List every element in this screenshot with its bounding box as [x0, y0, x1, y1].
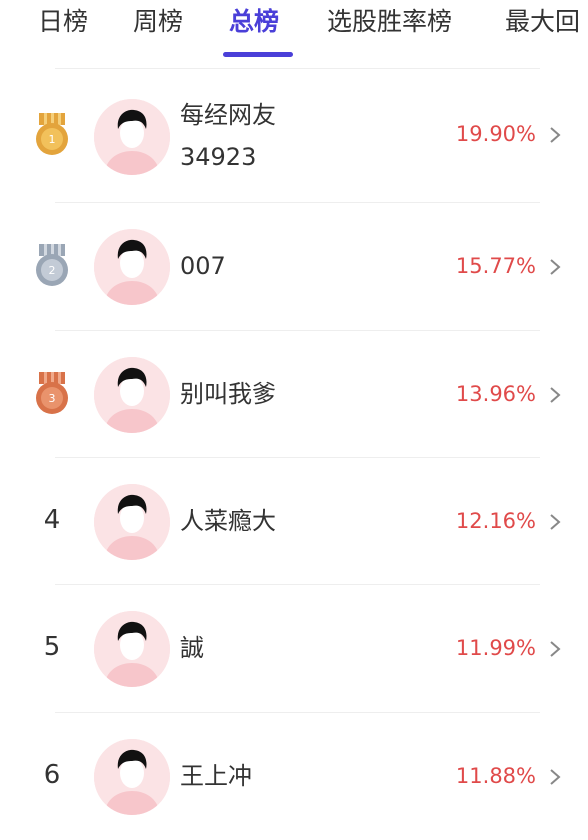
- user-avatar-icon: [94, 357, 170, 433]
- win-rate-value: 15.77%: [455, 254, 536, 278]
- tab-overall[interactable]: 总榜: [229, 5, 279, 39]
- avatar[interactable]: [94, 611, 170, 687]
- tab-max-drawdown[interactable]: 最大回: [505, 5, 580, 39]
- chevron-right-icon: [550, 641, 561, 657]
- win-rate-value: 11.88%: [455, 764, 536, 788]
- svg-text:1: 1: [49, 133, 56, 146]
- bronze-medal-icon: 3: [36, 372, 68, 414]
- tab-bar: 日榜 周榜 总榜 选股胜率榜 最大回: [0, 0, 588, 60]
- user-avatar-icon: [94, 99, 170, 175]
- win-rate-value: 19.90%: [455, 122, 536, 146]
- chevron-right-icon: [550, 127, 561, 143]
- user-name: 每经网友: [180, 101, 276, 129]
- rank-number: 6: [43, 760, 61, 790]
- ranking-row-2[interactable]: 2 007 15.77%: [0, 202, 588, 329]
- gold-medal-icon: 1: [36, 113, 68, 155]
- chevron-right-icon: [550, 514, 561, 530]
- user-avatar-icon: [94, 229, 170, 305]
- user-name: 誠: [180, 634, 204, 662]
- tab-weekly[interactable]: 周榜: [133, 5, 183, 39]
- win-rate-value: 12.16%: [455, 509, 536, 533]
- win-rate-value: 13.96%: [455, 382, 536, 406]
- user-name-line-2: 34923: [180, 143, 257, 171]
- svg-text:3: 3: [49, 392, 56, 405]
- chevron-right-icon: [550, 387, 561, 403]
- chevron-right-icon: [550, 769, 561, 785]
- user-name: 王上冲: [180, 762, 252, 790]
- avatar[interactable]: [94, 357, 170, 433]
- ranking-row-5[interactable]: 5 誠 11.99%: [0, 584, 588, 711]
- avatar[interactable]: [94, 484, 170, 560]
- chevron-right-icon: [550, 259, 561, 275]
- user-name: 人菜瘾大: [180, 507, 276, 535]
- tab-daily[interactable]: 日榜: [38, 5, 88, 39]
- ranking-row-4[interactable]: 4 人菜瘾大 12.16%: [0, 457, 588, 584]
- ranking-row-6[interactable]: 6 王上冲 11.88%: [0, 712, 588, 839]
- ranking-row-1[interactable]: 1 每经网友 34923 19.90%: [0, 68, 588, 195]
- tab-win-rate[interactable]: 选股胜率榜: [327, 5, 452, 39]
- avatar[interactable]: [94, 739, 170, 815]
- user-avatar-icon: [94, 611, 170, 687]
- win-rate-value: 11.99%: [455, 636, 536, 660]
- ranking-row-3[interactable]: 3 别叫我爹 13.96%: [0, 330, 588, 457]
- user-name: 007: [180, 252, 226, 280]
- active-tab-indicator: [223, 52, 293, 57]
- rank-number: 5: [43, 632, 61, 662]
- svg-text:2: 2: [49, 264, 56, 277]
- avatar[interactable]: [94, 99, 170, 175]
- user-name: 别叫我爹: [180, 380, 276, 408]
- user-avatar-icon: [94, 484, 170, 560]
- rank-number: 4: [43, 505, 61, 535]
- silver-medal-icon: 2: [36, 244, 68, 286]
- avatar[interactable]: [94, 229, 170, 305]
- user-avatar-icon: [94, 739, 170, 815]
